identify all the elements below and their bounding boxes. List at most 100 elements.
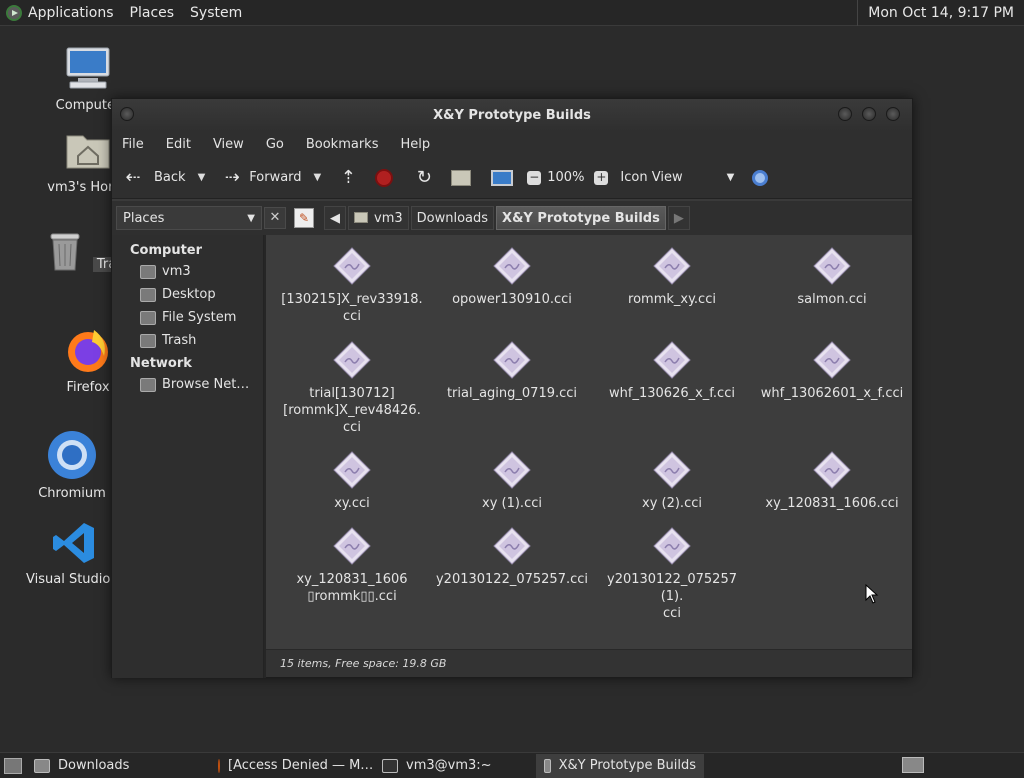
desktop-icon-vscode[interactable]: Visual Studio Code	[26, 520, 122, 587]
file-item[interactable]: whf_13062601_x_f.cci	[754, 341, 910, 402]
breadcrumb-vm3[interactable]: vm3	[348, 206, 409, 230]
file-name: xy_120831_1606 ▯rommk▯▯.cci	[296, 572, 408, 604]
file-icon-view[interactable]: [130215]X_rev33918. cci opower130910.cci r…	[266, 235, 912, 649]
file-item[interactable]: trial[130712] [rommk]X_rev48426. cci	[274, 341, 430, 436]
file-name: trial[130712] [rommk]X_rev48426. cci	[283, 386, 421, 435]
sidebar-item-trash[interactable]: Trash	[112, 329, 263, 352]
task-terminal[interactable]: vm3@vm3:~	[374, 754, 532, 778]
file-item[interactable]: trial_aging_0719.cci	[434, 341, 590, 402]
workspace-switcher[interactable]	[902, 757, 924, 773]
cci-file-icon	[813, 247, 851, 285]
cci-file-icon	[653, 527, 691, 565]
computer-icon[interactable]	[491, 169, 514, 186]
close-button[interactable]	[886, 107, 900, 121]
sidebar-item-file-system[interactable]: File System	[112, 306, 263, 329]
file-item[interactable]: xy (2).cci	[594, 451, 750, 512]
breadcrumb-right-arrow[interactable]: ▶	[667, 206, 690, 230]
task-label: [Access Denied — M…	[228, 758, 374, 773]
forward-label: Forward	[249, 170, 302, 185]
up-arrow-icon[interactable]: ⇡	[337, 167, 359, 189]
cci-file-icon	[333, 247, 371, 285]
minimize-button[interactable]	[838, 107, 852, 121]
home-icon[interactable]	[451, 169, 472, 186]
trash-icon	[50, 233, 80, 271]
task-firefox[interactable]: [Access Denied — M…	[210, 754, 374, 778]
cci-file-icon	[653, 247, 691, 285]
clock[interactable]: Mon Oct 14, 9:17 PM	[857, 0, 1020, 26]
reload-icon[interactable]: ↻	[413, 167, 435, 189]
sidebar-item-desktop[interactable]: Desktop	[112, 283, 263, 306]
firefox-icon	[218, 758, 220, 773]
sidebar-item-label: Trash	[162, 333, 197, 348]
toolbar: ⇠ Back ▼ ⇢ Forward ▼ ⇡ ↻ − 100% + Icon V…	[112, 157, 912, 199]
close-sidebar-icon[interactable]: ✕	[264, 207, 286, 229]
menu-file[interactable]: File	[122, 137, 144, 152]
file-item[interactable]: [130215]X_rev33918. cci	[274, 247, 430, 325]
menu-help[interactable]: Help	[400, 137, 430, 152]
folder-icon	[544, 758, 551, 773]
folder-icon	[34, 758, 50, 773]
back-button[interactable]: ⇠ Back ▼	[122, 167, 213, 189]
zoom-out-icon[interactable]: −	[527, 170, 542, 185]
file-item[interactable]: y20130122_075257 (1). cci	[594, 527, 750, 622]
maximize-button[interactable]	[862, 107, 876, 121]
breadcrumb-left-arrow[interactable]: ◀	[324, 206, 346, 230]
file-item[interactable]: whf_130626_x_f.cci	[594, 341, 750, 402]
file-item[interactable]: salmon.cci	[754, 247, 910, 308]
file-item[interactable]: xy.cci	[274, 451, 430, 512]
file-item[interactable]: y20130122_075257.cci	[434, 527, 590, 588]
breadcrumb-current[interactable]: X&Y Prototype Builds	[496, 206, 666, 230]
distro-logo-icon[interactable]	[6, 4, 22, 21]
file-name: y20130122_075257.cci	[435, 572, 589, 587]
desktop-icon-chromium[interactable]: Chromium	[24, 430, 120, 501]
file-item[interactable]: xy (1).cci	[434, 451, 590, 512]
home-folder-icon	[66, 135, 110, 169]
home-icon	[354, 212, 368, 223]
view-mode-dropdown-icon[interactable]: ▼	[727, 172, 735, 183]
sidebar-item-label: Desktop	[162, 287, 216, 302]
menu-bookmarks[interactable]: Bookmarks	[306, 137, 379, 152]
zoom-level[interactable]: 100%	[547, 170, 584, 185]
places-menu[interactable]: Places	[130, 5, 175, 21]
menu-go[interactable]: Go	[266, 137, 284, 152]
show-desktop-icon[interactable]	[4, 757, 22, 774]
task-downloads[interactable]: Downloads	[26, 754, 206, 778]
forward-arrow-icon: ⇢	[224, 166, 240, 188]
view-mode-select[interactable]: Icon View	[620, 170, 682, 185]
breadcrumb-label: vm3	[374, 211, 403, 226]
forward-button[interactable]: ⇢ Forward ▼	[221, 167, 329, 189]
menu-view[interactable]: View	[213, 137, 244, 152]
search-icon[interactable]	[752, 169, 769, 186]
file-item[interactable]: rommk_xy.cci	[594, 247, 750, 308]
back-history-dropdown-icon[interactable]: ▼	[198, 172, 206, 183]
breadcrumb-downloads[interactable]: Downloads	[410, 206, 495, 230]
sidebar-item-label: Browse Net…	[162, 377, 250, 392]
back-arrow-icon: ⇠	[125, 166, 141, 188]
places-selector[interactable]: Places ▼	[116, 206, 262, 230]
places-label: Places	[123, 210, 165, 226]
task-xy-prototype-builds[interactable]: X&Y Prototype Builds	[536, 753, 704, 778]
stop-icon[interactable]	[375, 168, 394, 187]
chevron-down-icon: ▼	[247, 212, 255, 224]
zoom-in-icon[interactable]: +	[594, 170, 609, 185]
sidebar-item-browse-network[interactable]: Browse Net…	[112, 373, 263, 396]
file-name: xy_120831_1606.cci	[765, 496, 899, 511]
sidebar-item-vm3[interactable]: vm3	[112, 260, 263, 283]
file-item[interactable]: opower130910.cci	[434, 247, 590, 308]
menubar: File Edit View Go Bookmarks Help	[112, 131, 912, 157]
edit-location-icon[interactable]: ✎	[294, 208, 314, 228]
mouse-cursor-icon	[865, 584, 879, 604]
system-menu[interactable]: System	[190, 5, 242, 21]
cci-file-icon	[333, 451, 371, 489]
window-titlebar[interactable]: X&Y Prototype Builds	[112, 99, 912, 131]
vscode-icon	[53, 523, 94, 563]
file-name: xy (1).cci	[482, 496, 542, 511]
file-item[interactable]: xy_120831_1606.cci	[754, 451, 910, 512]
window-menu-button[interactable]	[120, 107, 134, 121]
menu-edit[interactable]: Edit	[166, 137, 191, 152]
cci-file-icon	[333, 527, 371, 565]
forward-history-dropdown-icon[interactable]: ▼	[314, 172, 322, 183]
file-item[interactable]: xy_120831_1606 ▯rommk▯▯.cci	[274, 527, 430, 605]
cci-file-icon	[653, 341, 691, 379]
applications-menu[interactable]: Applications	[28, 5, 114, 21]
